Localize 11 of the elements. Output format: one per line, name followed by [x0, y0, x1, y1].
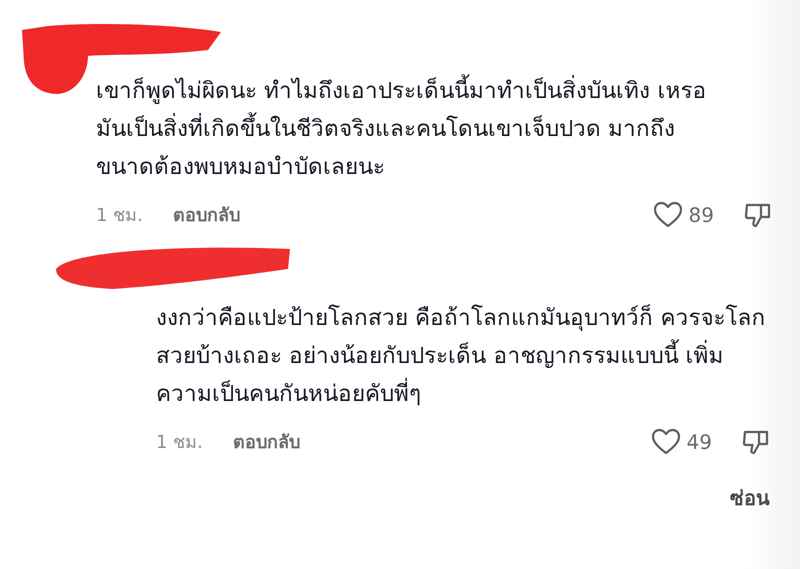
heart-icon[interactable] [652, 201, 683, 228]
like-count: 49 [686, 430, 712, 454]
timestamp: 1 ชม. [156, 431, 203, 455]
like-count: 89 [688, 202, 714, 226]
heart-icon[interactable] [650, 428, 681, 455]
comment-text: เขาก็พูดไม่ผิดนะ ทำไมถึงเอาประเด็นนี้มาทำเป็นสิ่งบันเทิง เหรอ มันเป็นสิ่งที่เกิดขึ้นในชีวิตจริงและคนโดนเขาเจ็บปวด มากถึงขนาดต้องพบหมอบำบัดเลยนะ [96, 72, 716, 186]
comment-text: งงกว่าคือแปะป้ายโลกสวย คือถ้าโลกแกมันอุบาทว์ก็ ควรจะโลกสวยบ้างเถอะ อย่างน้อยกับประเด็น อาชญากรรมแบบนี้ เพิ่มความเป็นคนกันหน่อยคับพี่ๆ [156, 303, 766, 409]
hide-link[interactable]: ซ่อน [730, 482, 770, 514]
reply-button[interactable]: ตอบกลับ [172, 200, 240, 229]
timestamp: 1 ชม. [96, 204, 143, 228]
reply-button[interactable]: ตอบกลับ [232, 427, 300, 456]
